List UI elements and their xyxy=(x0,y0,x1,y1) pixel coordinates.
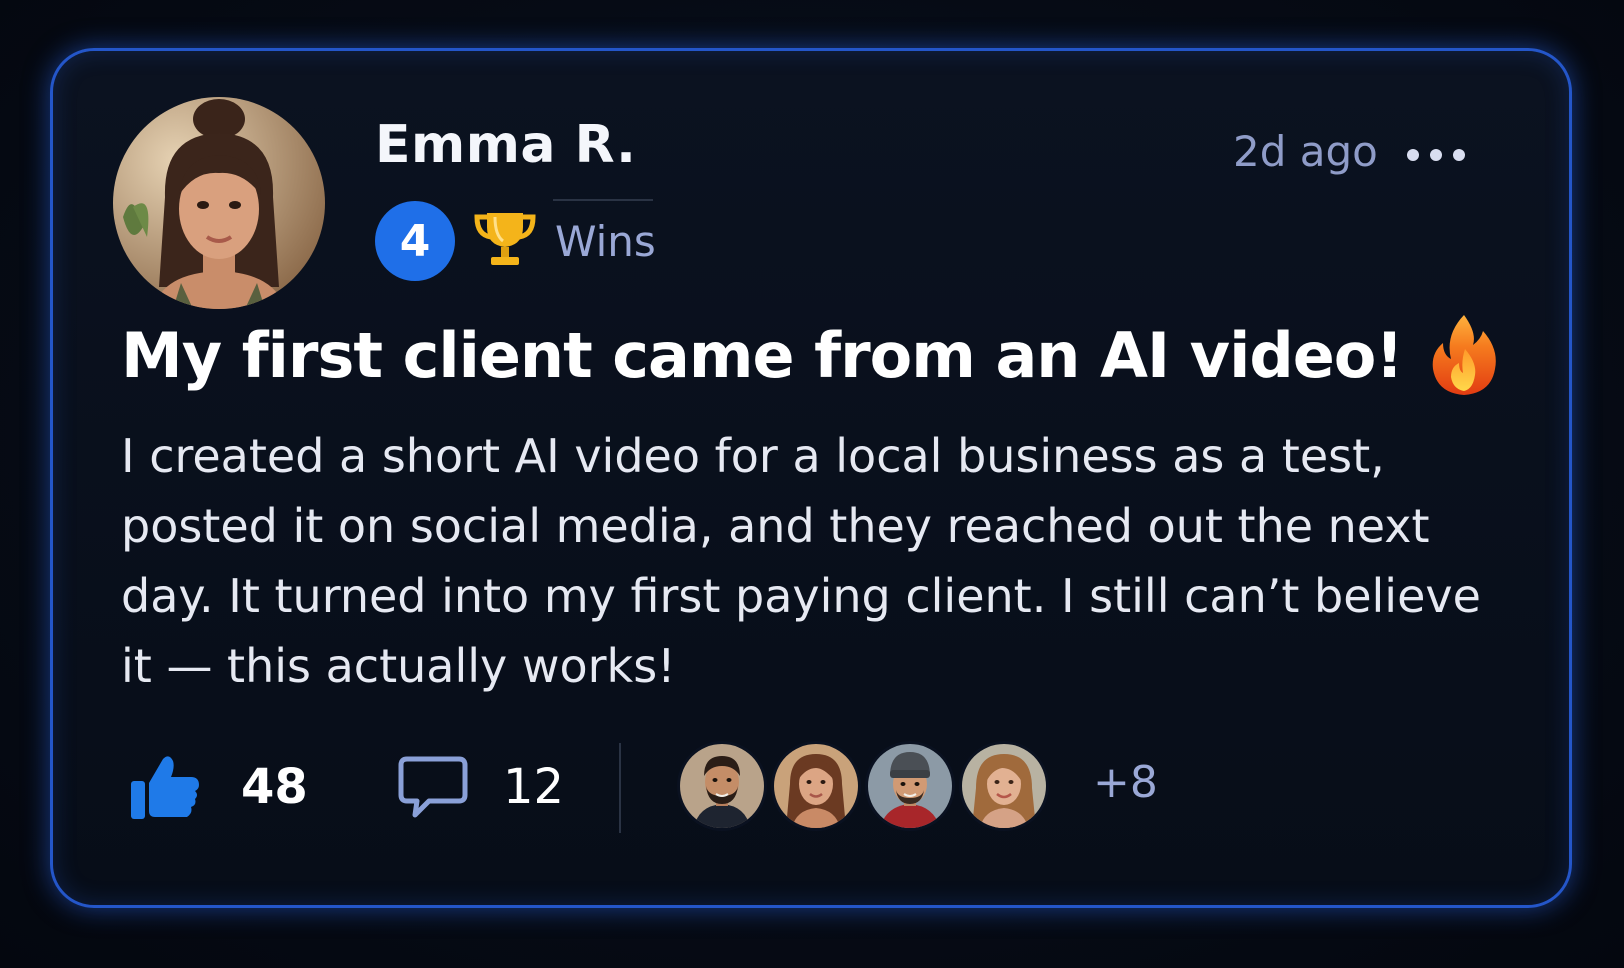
comment-icon xyxy=(398,756,468,818)
comment-button[interactable]: 12 xyxy=(397,739,564,835)
thumbs-up-icon xyxy=(131,756,199,819)
trophy-icon xyxy=(473,205,537,273)
post-timestamp: 2d ago xyxy=(1233,127,1378,176)
comment-count: 12 xyxy=(503,759,565,815)
post-title-text: My first client came from an AI video! xyxy=(121,318,1404,392)
reactor-avatar[interactable] xyxy=(677,741,767,831)
actions-divider xyxy=(619,743,621,833)
post-title: My first client came from an AI video! xyxy=(121,313,1501,397)
reactor-avatar[interactable] xyxy=(959,741,1049,831)
like-count: 48 xyxy=(241,759,308,815)
reactor-avatars xyxy=(677,741,1053,831)
author-name[interactable]: Emma R. xyxy=(375,115,636,175)
reactor-avatar[interactable] xyxy=(771,741,861,831)
level-badge: 4 xyxy=(375,201,455,281)
more-horizontal-icon xyxy=(1407,149,1419,161)
wins-label: Wins xyxy=(555,217,656,266)
reactor-avatar[interactable] xyxy=(865,741,955,831)
wins-divider xyxy=(553,199,653,201)
author-avatar[interactable] xyxy=(113,97,325,309)
post-body: I created a short AI video for a local b… xyxy=(121,429,1481,693)
more-options-button[interactable] xyxy=(1391,133,1481,177)
post-card: Emma R. 4 Wins 2d ago My first client ca… xyxy=(50,48,1572,908)
more-reactors-count[interactable]: +8 xyxy=(1093,757,1158,808)
like-button[interactable]: 48 xyxy=(129,739,308,835)
post-actions: 48 12 +8 xyxy=(129,739,1509,835)
fire-icon xyxy=(1432,315,1496,395)
